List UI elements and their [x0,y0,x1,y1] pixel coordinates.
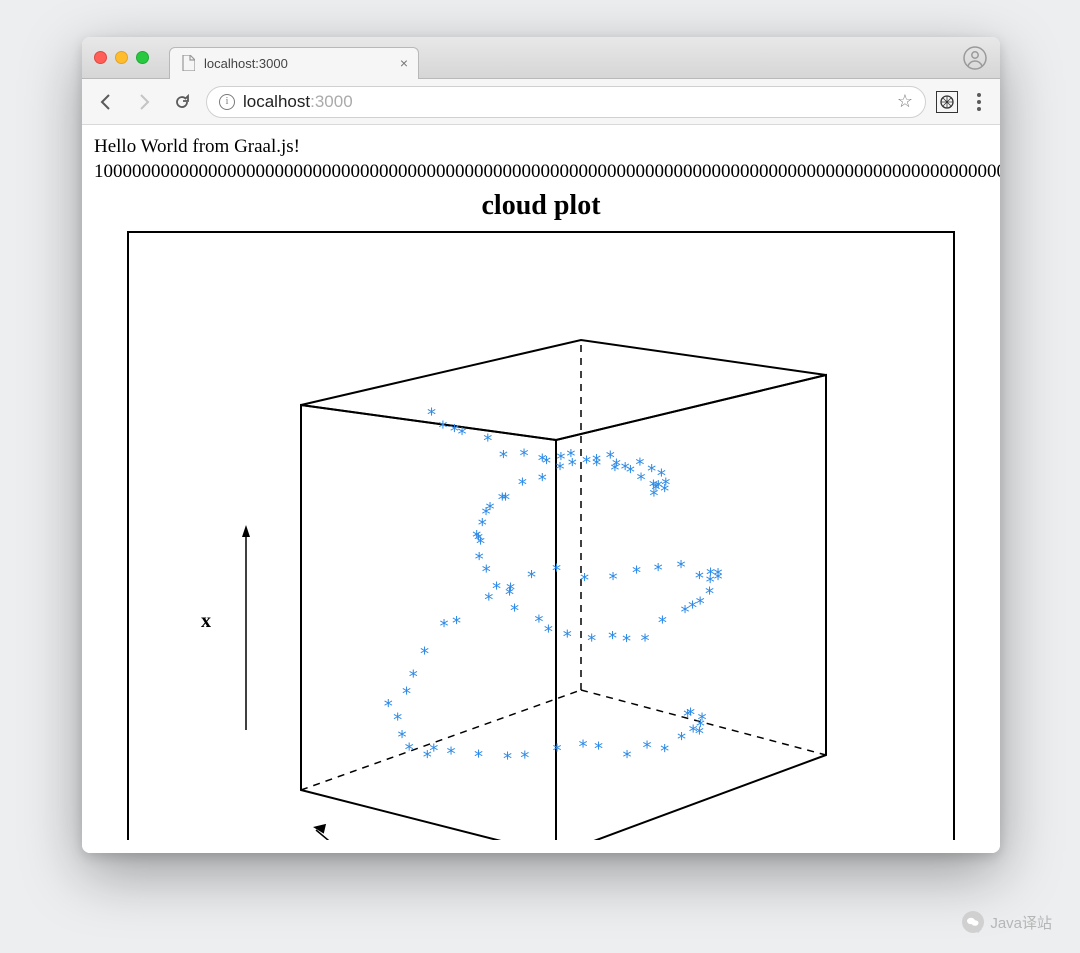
site-info-icon[interactable]: i [219,94,235,110]
svg-text:*: * [533,612,544,633]
svg-text:*: * [608,570,619,591]
svg-text:*: * [591,455,602,476]
svg-text:*: * [519,446,530,467]
svg-text:*: * [451,614,462,635]
svg-text:*: * [621,631,632,652]
page-viewport: Hello World from Graal.js! 1000000000000… [82,125,1000,853]
svg-text:*: * [517,475,528,496]
svg-text:*: * [676,729,687,750]
svg-text:*: * [657,613,668,634]
browser-toolbar: i localhost:3000 ☆ [82,79,1000,125]
svg-text:*: * [704,584,715,605]
svg-text:*: * [502,749,513,770]
svg-text:*: * [446,744,457,765]
svg-text:*: * [437,418,448,439]
tab-title: localhost:3000 [204,56,392,71]
bookmark-star-icon[interactable]: ☆ [897,91,913,112]
svg-text:*: * [392,710,403,731]
svg-text:*: * [646,461,657,482]
svg-text:*: * [640,631,651,652]
minimize-window-button[interactable] [115,51,128,64]
svg-text:*: * [579,570,590,591]
svg-text:*: * [656,466,667,487]
reload-button[interactable] [168,88,196,116]
close-window-button[interactable] [94,51,107,64]
svg-text:*: * [383,696,394,717]
svg-text:*: * [578,737,589,758]
back-button[interactable] [92,88,120,116]
svg-text:*: * [631,563,642,584]
forward-button[interactable] [130,88,158,116]
svg-text:*: * [422,747,433,768]
cloud-plot: x [126,230,956,840]
svg-text:*: * [482,431,493,452]
svg-text:*: * [426,405,437,426]
profile-icon[interactable] [962,45,988,71]
svg-text:*: * [526,568,537,589]
svg-text:*: * [505,580,516,601]
svg-text:*: * [659,741,670,762]
svg-text:*: * [586,631,597,652]
url-text: localhost:3000 [243,92,353,112]
tab-close-button[interactable]: × [400,55,408,71]
svg-text:*: * [485,500,496,521]
address-bar[interactable]: i localhost:3000 ☆ [206,86,926,118]
svg-text:*: * [622,747,633,768]
svg-text:*: * [688,722,699,743]
titlebar: localhost:3000 × [82,37,1000,79]
svg-text:*: * [419,644,430,665]
svg-text:*: * [498,447,509,468]
svg-text:*: * [408,667,419,688]
browser-tab[interactable]: localhost:3000 × [169,47,419,79]
svg-text:*: * [552,741,563,762]
svg-text:*: * [537,451,548,472]
svg-text:*: * [680,602,691,623]
svg-text:*: * [565,447,576,468]
wechat-icon [962,911,984,933]
hello-text: Hello World from Graal.js! [94,135,988,160]
svg-text:*: * [509,601,520,622]
plot-title: cloud plot [94,190,988,222]
svg-text:*: * [491,579,502,600]
svg-text:*: * [634,455,645,476]
svg-text:*: * [676,557,687,578]
svg-text:*: * [543,622,554,643]
svg-text:*: * [607,628,618,649]
watermark-text: Java译站 [990,912,1052,933]
extension-icon[interactable] [936,91,958,113]
svg-text:*: * [551,561,562,582]
svg-text:*: * [562,627,573,648]
svg-text:*: * [653,561,664,582]
svg-text:*: * [642,738,653,759]
browser-window: localhost:3000 × i localhost:3000 ☆ [82,37,1000,853]
svg-text:*: * [611,456,622,477]
watermark: Java译站 [962,911,1052,933]
svg-text:*: * [473,747,484,768]
window-controls [94,51,149,64]
big-number-text: 1000000000000000000000000000000000000000… [94,160,988,185]
svg-text:*: * [449,422,460,443]
svg-text:*: * [555,449,566,470]
svg-text:*: * [593,739,604,760]
maximize-window-button[interactable] [136,51,149,64]
svg-text:*: * [500,490,511,511]
menu-button[interactable] [968,93,990,111]
svg-text:*: * [519,748,530,769]
svg-text:*: * [439,616,450,637]
page-favicon-icon [180,55,196,71]
